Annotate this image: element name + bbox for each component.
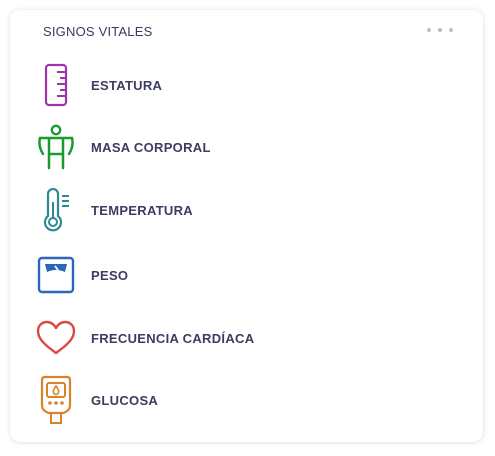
scale-icon — [36, 251, 76, 299]
vital-label-temperatura: TEMPERATURA — [91, 202, 193, 218]
more-dot — [449, 28, 453, 32]
vital-label-estatura: ESTATURA — [91, 77, 163, 93]
person-body-icon — [36, 123, 76, 171]
vital-item-temperatura[interactable]: TEMPERATURA — [36, 184, 456, 236]
ruler-icon — [36, 61, 76, 109]
glucometer-icon — [36, 375, 76, 424]
vital-label-masa-corporal: MASA CORPORAL — [91, 139, 211, 155]
thermometer-icon — [36, 186, 76, 234]
card-title: SIGNOS VITALES — [43, 24, 153, 39]
vital-item-peso[interactable]: PESO — [36, 249, 456, 301]
more-dot — [438, 28, 442, 32]
vital-item-masa-corporal[interactable]: MASA CORPORAL — [36, 121, 456, 173]
vital-label-glucosa: GLUCOSA — [91, 392, 159, 408]
vital-item-glucosa[interactable]: GLUCOSA — [36, 374, 456, 426]
vital-item-frecuencia-cardiaca[interactable]: FRECUENCIA CARDÍACA — [36, 312, 456, 364]
more-options-button[interactable] — [427, 22, 453, 38]
vital-signs-card: SIGNOS VITALES ESTATURA MASA CORPORAL TE… — [10, 10, 483, 442]
heart-icon — [36, 314, 76, 362]
vital-label-frecuencia-cardiaca: FRECUENCIA CARDÍACA — [91, 330, 255, 346]
more-horizontal-icon — [427, 28, 431, 32]
vital-label-peso: PESO — [91, 267, 129, 283]
vital-item-estatura[interactable]: ESTATURA — [36, 59, 456, 111]
